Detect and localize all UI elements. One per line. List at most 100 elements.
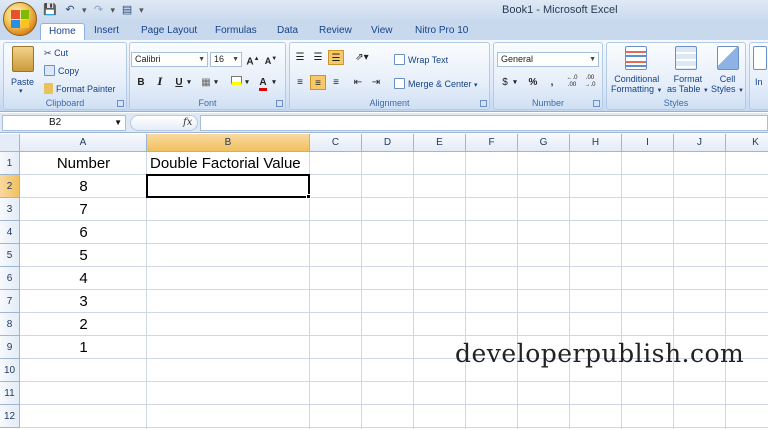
- cell-a5[interactable]: 5: [20, 244, 147, 267]
- cell-a4[interactable]: 6: [20, 221, 147, 244]
- column-header-c[interactable]: C: [310, 134, 362, 152]
- tab-view[interactable]: View: [363, 23, 401, 40]
- cell-a9[interactable]: 1: [20, 336, 147, 359]
- format-as-table-button[interactable]: Format as Table ▼: [667, 74, 709, 96]
- align-middle-button[interactable]: ☰: [310, 50, 326, 65]
- underline-dropdown-icon[interactable]: ▾: [185, 75, 193, 90]
- cell-a6[interactable]: 4: [20, 267, 147, 290]
- column-header-j[interactable]: J: [674, 134, 726, 152]
- font-name-select[interactable]: Calibri ▼: [131, 52, 208, 67]
- grow-font-button[interactable]: A▲: [245, 52, 261, 67]
- row-header-7[interactable]: 7: [0, 290, 20, 313]
- column-header-a[interactable]: A: [20, 134, 147, 152]
- format-as-table-icon[interactable]: [675, 46, 697, 70]
- font-color-button[interactable]: A: [255, 75, 271, 91]
- fill-color-button[interactable]: [228, 75, 244, 90]
- tab-home[interactable]: Home: [40, 23, 85, 40]
- name-box[interactable]: B2 ▼: [2, 115, 126, 131]
- insert-cells-button[interactable]: In: [755, 76, 763, 88]
- paste-icon[interactable]: [12, 46, 34, 72]
- orientation-button[interactable]: ⇗▾: [350, 50, 374, 65]
- column-header-k[interactable]: K: [726, 134, 768, 152]
- copy-button[interactable]: Copy: [44, 65, 79, 77]
- column-header-h[interactable]: H: [570, 134, 622, 152]
- cell-a1[interactable]: Number: [20, 152, 147, 175]
- number-format-select[interactable]: General ▼: [497, 52, 599, 67]
- column-header-i[interactable]: I: [622, 134, 674, 152]
- save-icon[interactable]: 💾: [42, 3, 58, 18]
- row-header-11[interactable]: 11: [0, 382, 20, 405]
- insert-function-button[interactable]: fx: [183, 116, 192, 130]
- cut-button[interactable]: ✂ Cut: [44, 47, 68, 59]
- office-button[interactable]: [3, 2, 37, 36]
- chevron-down-icon: ▼: [738, 88, 744, 94]
- cell-a3[interactable]: 7: [20, 198, 147, 221]
- shrink-font-button[interactable]: A▼: [263, 52, 279, 67]
- row-header-3[interactable]: 3: [0, 198, 20, 221]
- merge-center-button[interactable]: Merge & Center ▾: [394, 78, 478, 92]
- row-header-4[interactable]: 4: [0, 221, 20, 244]
- row-header-1[interactable]: 1: [0, 152, 20, 175]
- column-header-g[interactable]: G: [518, 134, 570, 152]
- wrap-text-button[interactable]: Wrap Text: [394, 54, 448, 66]
- row-header-10[interactable]: 10: [0, 359, 20, 382]
- font-size-select[interactable]: 16 ▼: [210, 52, 242, 67]
- comma-style-button[interactable]: ,: [544, 75, 560, 90]
- decrease-decimal-button[interactable]: .00 →.0: [582, 75, 598, 90]
- paste-dropdown-icon[interactable]: ▾: [19, 86, 23, 98]
- row-header-8[interactable]: 8: [0, 313, 20, 336]
- align-left-button[interactable]: ≡: [292, 75, 308, 90]
- column-header-d[interactable]: D: [362, 134, 414, 152]
- worksheet-grid[interactable]: A B C D E F G H I J K 1 2 3 4 5 6 7 8 9 10 11 12 Number Double F…: [0, 134, 768, 429]
- tab-insert[interactable]: Insert: [86, 23, 127, 40]
- increase-indent-button[interactable]: ⇥: [368, 75, 384, 90]
- column-header-e[interactable]: E: [414, 134, 466, 152]
- formula-input[interactable]: [200, 115, 768, 131]
- cell-styles-icon[interactable]: [717, 46, 739, 70]
- undo-icon[interactable]: ↶: [62, 3, 78, 18]
- cell-a8[interactable]: 2: [20, 313, 147, 336]
- fill-handle[interactable]: [306, 194, 311, 199]
- conditional-formatting-button[interactable]: Conditional Formatting ▼: [611, 74, 662, 96]
- fill-color-dropdown-icon[interactable]: ▾: [243, 75, 251, 90]
- column-header-f[interactable]: F: [466, 134, 518, 152]
- font-dialog-launcher-icon[interactable]: [276, 100, 283, 107]
- select-all-button[interactable]: [0, 134, 20, 152]
- alignment-dialog-launcher-icon[interactable]: [480, 100, 487, 107]
- align-top-button[interactable]: ☰: [292, 50, 308, 65]
- borders-dropdown-icon[interactable]: ▾: [212, 75, 220, 90]
- merge-dropdown-icon[interactable]: ▾: [474, 82, 478, 89]
- row-header-9[interactable]: 9: [0, 336, 20, 359]
- align-bottom-button[interactable]: ☰: [328, 50, 344, 65]
- bold-button[interactable]: B: [133, 75, 149, 90]
- tab-page-layout[interactable]: Page Layout: [133, 23, 205, 40]
- format-painter-button[interactable]: Format Painter: [44, 83, 116, 95]
- decrease-indent-button[interactable]: ⇤: [350, 75, 366, 90]
- cell-a2[interactable]: 8: [20, 175, 147, 198]
- cell-styles-button[interactable]: Cell Styles ▼: [711, 74, 744, 96]
- tab-review[interactable]: Review: [311, 23, 360, 40]
- cell-b1[interactable]: Double Factorial Value: [150, 152, 310, 175]
- percent-style-button[interactable]: %: [525, 75, 541, 90]
- row-header-12[interactable]: 12: [0, 405, 20, 428]
- row-header-6[interactable]: 6: [0, 267, 20, 290]
- align-right-button[interactable]: ≡: [328, 75, 344, 90]
- tab-formulas[interactable]: Formulas: [207, 23, 265, 40]
- italic-button[interactable]: I: [152, 75, 168, 90]
- row-header-5[interactable]: 5: [0, 244, 20, 267]
- accounting-dropdown-icon[interactable]: ▾: [511, 75, 519, 90]
- insert-cells-icon[interactable]: [753, 46, 767, 70]
- font-color-dropdown-icon[interactable]: ▾: [270, 75, 278, 90]
- conditional-formatting-icon[interactable]: [625, 46, 647, 70]
- clipboard-dialog-launcher-icon[interactable]: [117, 100, 124, 107]
- number-dialog-launcher-icon[interactable]: [593, 100, 600, 107]
- column-header-b[interactable]: B: [147, 134, 310, 152]
- align-center-button[interactable]: ≡: [310, 75, 326, 90]
- cell-a7[interactable]: 3: [20, 290, 147, 313]
- undo-dropdown-icon[interactable]: ▾: [82, 5, 87, 16]
- format-as-label-2: as Table: [667, 84, 701, 94]
- tab-data[interactable]: Data: [269, 23, 306, 40]
- tab-nitro-pro[interactable]: Nitro Pro 10: [407, 23, 476, 40]
- row-header-2[interactable]: 2: [0, 175, 20, 198]
- increase-decimal-button[interactable]: ←.0 .00: [564, 75, 580, 90]
